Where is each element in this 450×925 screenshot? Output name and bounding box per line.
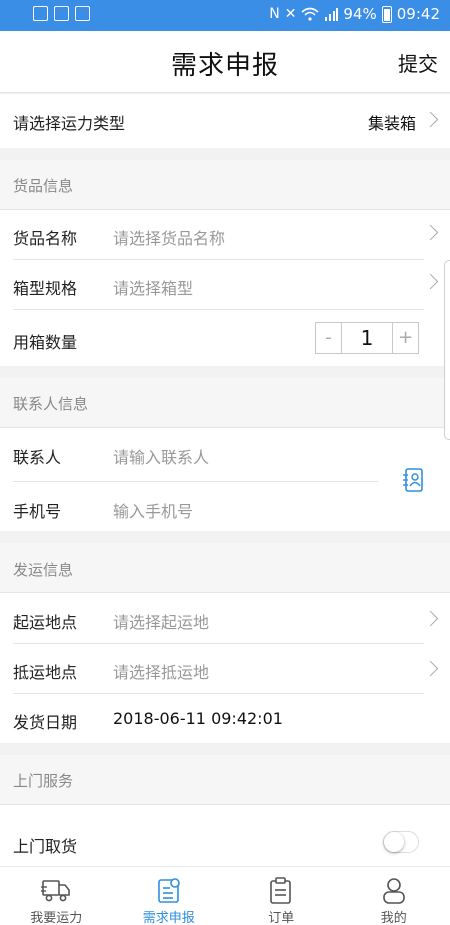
chevron-right-icon (422, 273, 439, 290)
nfc-icon: N (269, 6, 280, 22)
contact-person-input[interactable]: 请输入联系人 (113, 444, 209, 468)
section-header-contact: 联系人信息 (0, 378, 450, 428)
tab-label: 我要运力 (30, 911, 83, 925)
tab-label: 订单 (268, 911, 295, 925)
capacity-type-row[interactable]: 请选择运力类型 集装箱 (0, 94, 450, 148)
tab-mine[interactable]: 我的 (338, 867, 450, 925)
notification-icons (33, 6, 90, 21)
pickup-toggle[interactable] (383, 831, 419, 853)
gallery-icon (33, 6, 48, 21)
chevron-right-icon (422, 610, 439, 627)
destination-row[interactable]: 抵运地点 请选择抵运地 (0, 644, 450, 693)
submit-button[interactable]: 提交 (398, 48, 438, 77)
box-spec-label: 箱型规格 (13, 279, 78, 298)
tab-bar: 我要运力 需求申报 订单 我的 (0, 866, 450, 925)
decrement-button[interactable]: - (316, 323, 342, 353)
ship-date-label: 发货日期 (13, 713, 78, 732)
section-header-door-service: 上门服务 (0, 755, 450, 805)
page-title: 需求申报 (170, 51, 279, 81)
quantity-stepper[interactable]: - 1 + (315, 322, 419, 354)
section-title-shipping: 发运信息 (13, 561, 74, 579)
section-title-contact: 联系人信息 (13, 395, 89, 413)
phone-label: 手机号 (13, 502, 62, 521)
ship-date-row[interactable]: 发货日期 2018-06-11 09:42:01 (0, 694, 450, 743)
goods-name-placeholder: 请选择货品名称 (113, 229, 226, 248)
shopping-bag-icon (54, 6, 69, 21)
box-spec-row[interactable]: 箱型规格 请选择箱型 (0, 260, 450, 309)
divider (13, 309, 424, 310)
chevron-right-icon (422, 111, 439, 128)
app-notification-icon (75, 6, 90, 21)
tab-label: 我的 (380, 911, 407, 925)
pickup-label: 上门取货 (13, 837, 78, 856)
section-header-goods: 货品信息 (0, 160, 450, 210)
clock: 09:42 (396, 5, 440, 23)
phone-row[interactable]: 手机号 输入手机号 (0, 482, 450, 531)
goods-name-label: 货品名称 (13, 229, 78, 248)
user-icon (382, 878, 405, 904)
status-bar: N ✕ 94% 09:42 (0, 0, 450, 31)
scroll-indicator[interactable] (444, 260, 450, 440)
section-title-goods: 货品信息 (13, 177, 74, 195)
capacity-type-value: 集装箱 (367, 114, 416, 133)
truck-icon (41, 880, 71, 902)
contact-book-icon[interactable] (402, 468, 424, 492)
system-icons: N ✕ 94% 09:42 (269, 5, 440, 23)
chevron-right-icon (422, 660, 439, 677)
origin-label: 起运地点 (13, 613, 78, 632)
clipboard-icon (270, 877, 292, 904)
tab-orders[interactable]: 订单 (225, 867, 338, 925)
origin-placeholder: 请选择起运地 (113, 613, 210, 632)
goods-name-row[interactable]: 货品名称 请选择货品名称 (0, 210, 450, 259)
destination-placeholder: 请选择抵运地 (113, 663, 210, 682)
tab-demand-report[interactable]: 需求申报 (113, 867, 226, 925)
header: 需求申报 提交 (0, 31, 450, 93)
quantity-value[interactable]: 1 (343, 323, 391, 353)
mute-icon: ✕ (284, 6, 297, 22)
phone-input[interactable]: 输入手机号 (113, 498, 193, 522)
destination-label: 抵运地点 (13, 663, 78, 682)
contact-person-row[interactable]: 联系人 请输入联系人 (0, 428, 450, 481)
section-title-door-service: 上门服务 (13, 772, 74, 790)
ship-date-value[interactable]: 2018-06-11 09:42:01 (113, 709, 283, 728)
contact-person-label: 联系人 (13, 448, 62, 467)
section-header-shipping: 发运信息 (0, 543, 450, 593)
tab-label: 需求申报 (142, 911, 195, 925)
origin-row[interactable]: 起运地点 请选择起运地 (0, 593, 450, 643)
pickup-row: 上门取货 (0, 805, 450, 866)
form-icon (157, 878, 180, 903)
box-spec-placeholder: 请选择箱型 (113, 279, 194, 298)
increment-button[interactable]: + (392, 323, 418, 353)
toggle-knob (384, 832, 404, 852)
tab-capacity[interactable]: 我要运力 (0, 867, 113, 925)
wifi-icon (301, 7, 319, 21)
capacity-type-label: 请选择运力类型 (13, 114, 126, 133)
battery-percent: 94% (343, 5, 377, 23)
box-count-label: 用箱数量 (13, 333, 78, 352)
signal-icon (325, 8, 339, 21)
chevron-right-icon (422, 224, 439, 241)
battery-icon (381, 5, 392, 23)
